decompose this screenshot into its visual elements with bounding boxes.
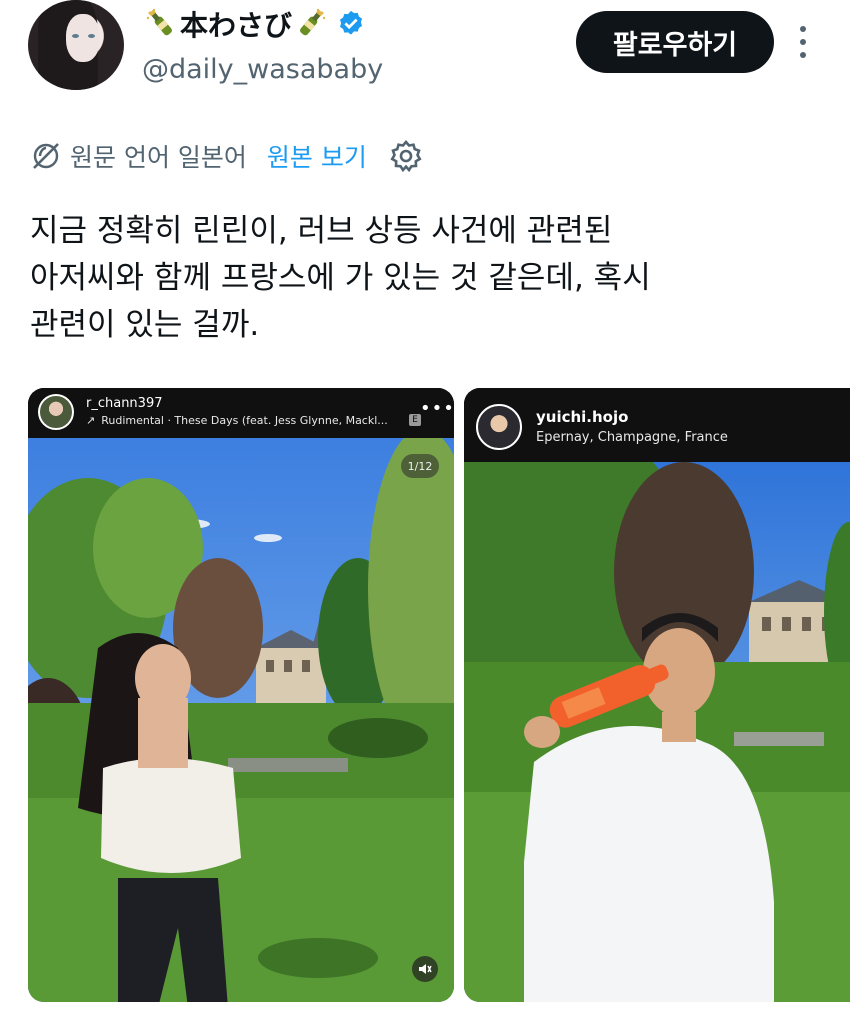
more-vertical-icon[interactable] bbox=[790, 22, 816, 62]
media-image[interactable]: r_chann397 ↗ Rudimental · These Days (fea… bbox=[28, 388, 454, 1002]
instagram-header: r_chann397 ↗ Rudimental · These Days (fea… bbox=[28, 388, 454, 438]
gear-icon[interactable] bbox=[389, 139, 423, 173]
globe-slash-icon bbox=[33, 143, 59, 169]
mute-icon bbox=[412, 956, 438, 982]
display-name[interactable]: 本わさび bbox=[142, 4, 366, 44]
translation-bar: 원문 언어 일본어 원본 보기 bbox=[30, 136, 423, 176]
media-image[interactable]: yuichi.hojo Epernay, Champagne, France bbox=[464, 388, 850, 1002]
champagne-icon bbox=[146, 8, 172, 36]
avatar[interactable] bbox=[38, 394, 74, 430]
champagne-icon bbox=[300, 8, 326, 36]
avatar[interactable] bbox=[476, 404, 522, 450]
avatar[interactable] bbox=[28, 0, 124, 90]
username: yuichi.hojo bbox=[536, 408, 629, 426]
tweet-text: 지금 정확히 린린이, 러브 상등 사건에 관련된 아저씨와 함께 프랑스에 가… bbox=[30, 208, 830, 349]
photo-woman-garden bbox=[28, 438, 454, 1002]
display-name-text: 本わさび bbox=[180, 9, 293, 42]
arrow-icon: ↗ bbox=[86, 414, 96, 427]
photo-man-champagne bbox=[464, 462, 850, 1002]
page-counter: 1/12 bbox=[401, 454, 439, 478]
instagram-header: yuichi.hojo Epernay, Champagne, France bbox=[464, 388, 850, 462]
song-title: Rudimental · These Days (feat. Jess Glyn… bbox=[101, 414, 388, 427]
follow-button[interactable]: 팔로우하기 bbox=[576, 11, 774, 73]
source-language: 원문 언어 일본어 bbox=[70, 143, 247, 172]
location: Epernay, Champagne, France bbox=[536, 430, 728, 445]
handle[interactable]: @daily_wasababy bbox=[142, 54, 383, 85]
username: r_chann397 bbox=[86, 396, 163, 411]
tweet-line: 아저씨와 함께 프랑스에 가 있는 것 같은데, 혹시 bbox=[30, 260, 651, 296]
view-original-link[interactable]: 원본 보기 bbox=[267, 138, 367, 174]
tweet-line: 지금 정확히 린린이, 러브 상등 사건에 관련된 bbox=[30, 213, 613, 249]
more-horizontal-icon: ••• bbox=[420, 398, 454, 419]
tweet-line: 관련이 있는 걸까. bbox=[30, 307, 260, 343]
verified-badge-icon bbox=[340, 10, 363, 35]
music-subtitle: ↗ Rudimental · These Days (feat. Jess Gly… bbox=[86, 414, 388, 427]
